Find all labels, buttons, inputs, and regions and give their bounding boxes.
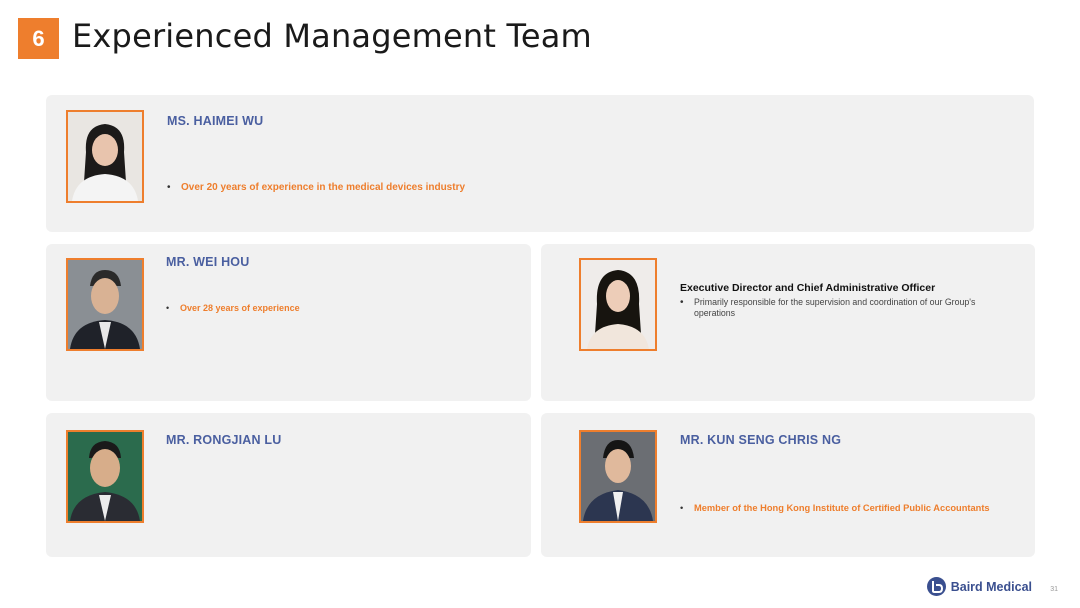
- portrait-photo: [66, 430, 144, 523]
- member-card-wei-hou: MR. WEI HOU • Over 28 years of experience: [46, 244, 531, 401]
- brand-name: Baird Medical: [950, 579, 1032, 594]
- page-title: Experienced Management Team: [72, 17, 592, 55]
- member-name: MR. WEI HOU: [166, 255, 250, 269]
- member-name: MS. HAIMEI WU: [167, 114, 264, 128]
- experience-bullet: • Over 28 years of experience: [166, 303, 300, 313]
- experience-bullet: • Over 20 years of experience in the medi…: [167, 182, 466, 193]
- brand-logo: Baird Medical: [926, 577, 1032, 596]
- page-number: 31: [1050, 586, 1058, 593]
- member-card-executive-director: Executive Director and Chief Administrat…: [541, 244, 1035, 401]
- member-card-kun-seng-chris-ng: MR. KUN SENG CHRIS NG • Member of the Hon…: [541, 413, 1035, 557]
- member-card-rongjian-lu: MR. RONGJIAN LU: [46, 413, 531, 557]
- portrait-photo: [66, 110, 144, 203]
- member-card-haimei-wu: MS. HAIMEI WU • Over 20 years of experien…: [46, 95, 1034, 232]
- member-role: Executive Director and Chief Administrat…: [680, 282, 936, 294]
- responsibility-bullet: • Primarily responsible for the supervisi…: [680, 297, 976, 318]
- membership-bullet: • Member of the Hong Kong Institute of Ce…: [680, 503, 990, 513]
- baird-medical-logo-icon: [926, 577, 946, 596]
- portrait-photo: [579, 258, 657, 351]
- member-name: MR. KUN SENG CHRIS NG: [680, 433, 842, 447]
- section-number-badge: 6: [18, 18, 59, 59]
- portrait-photo: [579, 430, 657, 523]
- member-name: MR. RONGJIAN LU: [166, 433, 282, 447]
- portrait-photo: [66, 258, 144, 351]
